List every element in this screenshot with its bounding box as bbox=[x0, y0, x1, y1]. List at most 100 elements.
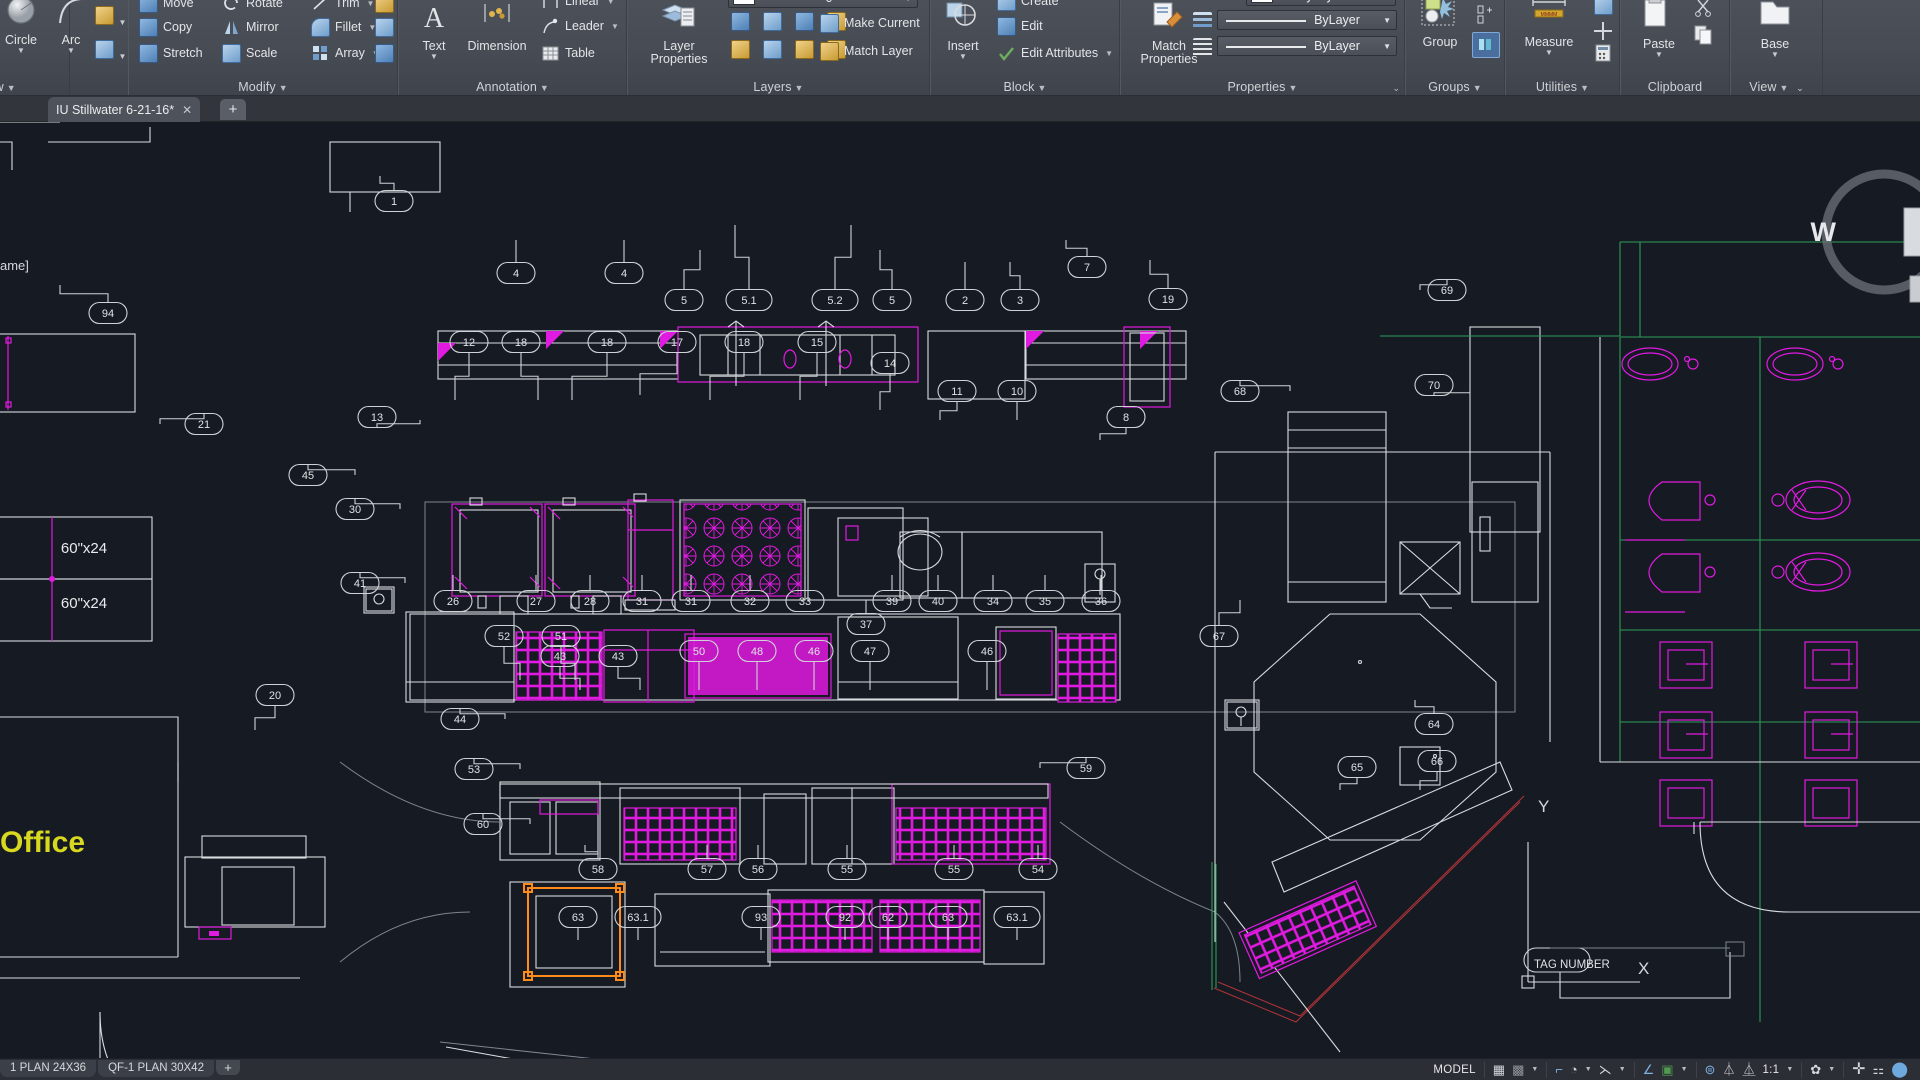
tag-bubble[interactable]: 12 bbox=[449, 330, 489, 401]
new-tab-button[interactable]: + bbox=[220, 99, 246, 120]
tag-bubble[interactable]: 18 bbox=[501, 330, 541, 401]
tag-bubble[interactable]: 5.2 bbox=[811, 225, 859, 312]
create-block-button[interactable]: Create bbox=[997, 0, 1059, 12]
tag-bubble[interactable]: 34 bbox=[973, 575, 1013, 613]
layer-isolate-icon[interactable] bbox=[731, 12, 750, 31]
tag-bubble[interactable]: 64 bbox=[1414, 700, 1454, 736]
tag-bubble[interactable]: 5.1 bbox=[725, 225, 773, 312]
tag-bubble[interactable]: 36 bbox=[1081, 575, 1121, 613]
make-current-button[interactable]: Make Current bbox=[820, 12, 920, 34]
color-combo-caret[interactable]: ▼ bbox=[1382, 0, 1390, 1]
rotate-button[interactable]: Rotate bbox=[222, 0, 283, 14]
selection-cycling-icon[interactable]: ⏅ bbox=[1742, 1063, 1755, 1076]
tag-bubble[interactable]: 67 bbox=[1199, 600, 1241, 648]
tag-bubble[interactable]: 5 bbox=[664, 250, 704, 312]
tag-bubble[interactable]: 14 bbox=[870, 351, 910, 411]
ungroup-button[interactable] bbox=[1474, 4, 1494, 31]
annotation-scale-caret[interactable]: ▼ bbox=[1786, 1066, 1793, 1073]
customization-icon[interactable]: ⬤ bbox=[1891, 1062, 1908, 1077]
isodraft-icon[interactable]: ⋋ bbox=[1599, 1063, 1612, 1076]
tag-bubble[interactable]: 59 bbox=[1039, 756, 1106, 780]
tag-bubble[interactable]: 19 bbox=[1148, 260, 1188, 311]
linetype-combo[interactable]: ByLayer ▼ bbox=[1217, 10, 1397, 30]
layer-thaw-icon[interactable] bbox=[795, 40, 814, 59]
insert-block-caret[interactable]: ▼ bbox=[933, 53, 993, 61]
osnap-caret[interactable]: ▼ bbox=[1681, 1066, 1688, 1073]
scale-button[interactable]: Scale bbox=[222, 42, 277, 64]
paste-button[interactable]: Paste ▼ bbox=[1629, 0, 1689, 59]
linetype-list-icon[interactable] bbox=[1193, 12, 1212, 31]
tag-bubble[interactable]: 65 bbox=[1337, 755, 1377, 791]
base-view-button[interactable]: Base ▼ bbox=[1745, 0, 1805, 59]
edit-block-button[interactable]: Edit bbox=[997, 15, 1043, 37]
fillet-button[interactable]: Fillet ▼ bbox=[311, 16, 376, 38]
polar-caret[interactable]: ▼ bbox=[1585, 1066, 1592, 1073]
close-icon[interactable]: ✕ bbox=[182, 103, 192, 117]
tag-bubble[interactable]: 4 bbox=[496, 240, 536, 285]
arc-button[interactable]: Arc ▼ bbox=[41, 0, 101, 55]
tag-bubble[interactable]: 26 bbox=[433, 575, 473, 613]
tag-bubble[interactable]: 45 bbox=[288, 463, 356, 487]
snap-dropdown-caret[interactable]: ▼ bbox=[1531, 1066, 1538, 1073]
tag-bubble[interactable]: 5 bbox=[872, 250, 912, 312]
tag-bubble[interactable]: 20 bbox=[254, 683, 295, 731]
tag-bubble[interactable]: 4 bbox=[604, 240, 644, 285]
workspace-gear-icon[interactable]: ✿ bbox=[1810, 1063, 1821, 1076]
group-edit-button[interactable] bbox=[1472, 32, 1500, 58]
cut-button[interactable] bbox=[1693, 0, 1713, 23]
leader-caret[interactable]: ▼ bbox=[611, 22, 619, 31]
dimension-button[interactable]: Dimension bbox=[457, 0, 537, 53]
layer-on-icon[interactable] bbox=[731, 40, 750, 59]
tag-bubble[interactable]: 63 bbox=[558, 905, 598, 941]
stretch-button[interactable]: Stretch bbox=[139, 42, 203, 64]
layout-tab-2[interactable]: QF-1 PLAN 30X42 bbox=[98, 1059, 214, 1077]
tag-bubble[interactable]: 63.1 bbox=[614, 905, 662, 941]
ortho-icon[interactable]: ⌐ bbox=[1555, 1063, 1563, 1076]
tag-bubble[interactable]: 30 bbox=[335, 497, 401, 521]
tag-bubble[interactable]: 17 bbox=[639, 330, 697, 396]
object-snap-icon[interactable]: ▣ bbox=[1661, 1063, 1673, 1076]
layer-combo-caret[interactable]: ▼ bbox=[904, 0, 912, 3]
copy-clip-button[interactable] bbox=[1693, 24, 1715, 51]
polar-tracking-icon[interactable]: ◔ bbox=[1570, 1063, 1578, 1076]
layer-off-icon[interactable] bbox=[795, 12, 814, 31]
tag-bubble[interactable]: 8 bbox=[1099, 405, 1146, 441]
group-button[interactable]: Group bbox=[1410, 0, 1470, 49]
object-snap-tracking-icon[interactable]: ∠ bbox=[1643, 1063, 1655, 1076]
lineweight-combo-caret[interactable]: ▼ bbox=[1383, 42, 1391, 51]
tag-bubble[interactable]: 18 bbox=[571, 330, 627, 401]
leader-button[interactable]: Leader ▼ bbox=[541, 15, 619, 37]
tag-bubble[interactable]: 47 bbox=[850, 639, 890, 691]
tag-bubble[interactable]: 41 bbox=[340, 571, 406, 595]
tag-bubble[interactable]: 10 bbox=[997, 379, 1037, 421]
tag-bubble[interactable]: 31 bbox=[622, 575, 662, 613]
linetype-combo-caret[interactable]: ▼ bbox=[1383, 16, 1391, 25]
tag-bubble[interactable]: 55 bbox=[827, 845, 867, 881]
hardware-accel-icon[interactable]: ⚏ bbox=[1873, 1063, 1885, 1076]
tag-bubble[interactable]: 70 bbox=[1414, 373, 1471, 397]
trim-dropdown-caret[interactable]: ▼ bbox=[367, 0, 375, 8]
annotation-scale-label[interactable]: 1:1 bbox=[1762, 1064, 1779, 1076]
lineweight-list-icon[interactable] bbox=[1193, 38, 1212, 57]
tag-bubble[interactable]: 3 bbox=[1000, 262, 1040, 312]
layer-unisolate-icon[interactable] bbox=[763, 40, 782, 59]
layer-freeze-icon[interactable] bbox=[763, 12, 782, 31]
table-button[interactable]: Table bbox=[541, 42, 595, 64]
lineweight-icon[interactable]: ⊜ bbox=[1705, 1063, 1716, 1076]
paste-caret[interactable]: ▼ bbox=[1629, 51, 1689, 59]
tag-bubble[interactable]: 60 bbox=[463, 812, 531, 836]
tag-bubble[interactable]: 11 bbox=[937, 379, 977, 421]
tag-bubble[interactable]: 13 bbox=[357, 405, 421, 429]
tag-bubble[interactable]: 56 bbox=[738, 845, 778, 881]
view-panel-expander[interactable]: ⌄ bbox=[1796, 83, 1804, 93]
tag-bubble[interactable]: 43 bbox=[598, 644, 641, 691]
quick-select-icon[interactable] bbox=[1594, 0, 1613, 15]
explode-button[interactable] bbox=[375, 0, 394, 18]
transparency-icon[interactable]: ⏃ bbox=[1722, 1063, 1735, 1076]
tag-bubble[interactable]: 27 bbox=[516, 575, 556, 613]
tag-bubble[interactable]: 15 bbox=[797, 330, 837, 401]
linear-dim-caret[interactable]: ▼ bbox=[607, 0, 615, 6]
grid-icon[interactable]: ▦ bbox=[1493, 1063, 1505, 1076]
model-button[interactable]: MODEL bbox=[1433, 1064, 1475, 1076]
match-layer-button[interactable]: Match Layer bbox=[820, 40, 913, 62]
